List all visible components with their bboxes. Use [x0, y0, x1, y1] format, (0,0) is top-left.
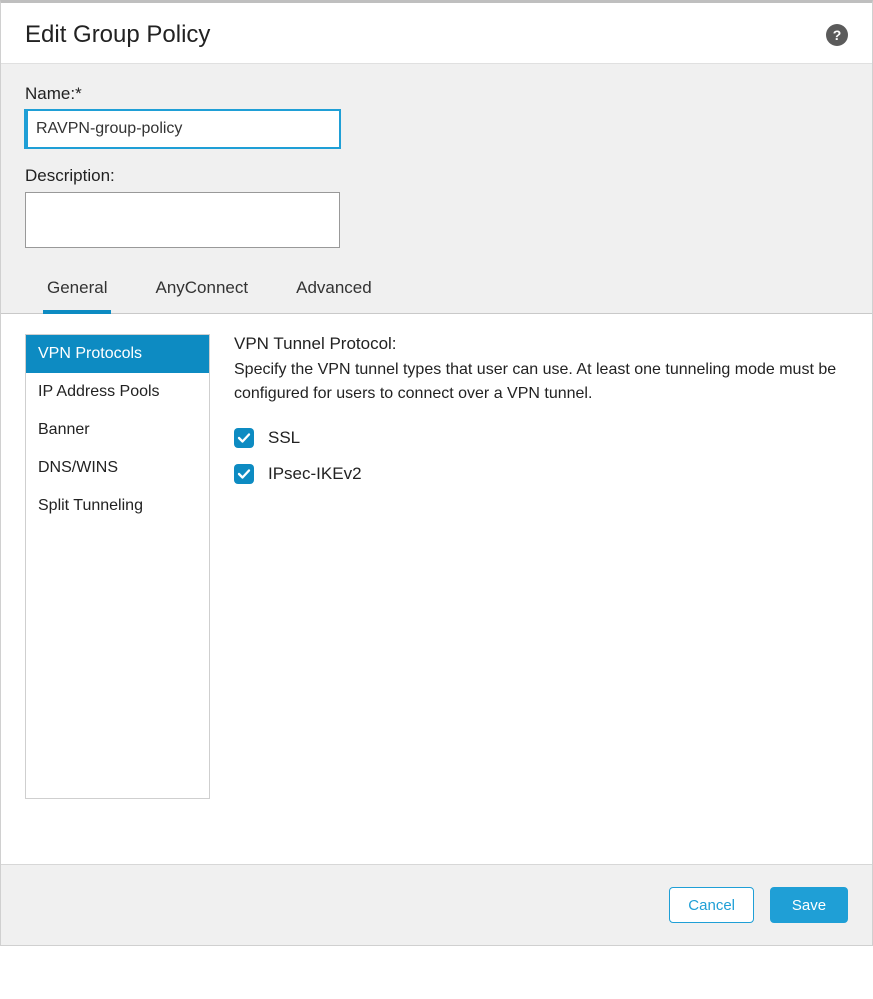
side-nav: VPN Protocols IP Address Pools Banner DN… [25, 334, 210, 799]
help-icon[interactable]: ? [826, 24, 848, 46]
panel-title: VPN Tunnel Protocol: [234, 334, 848, 354]
side-item-banner[interactable]: Banner [26, 411, 209, 449]
tabs-row: General AnyConnect Advanced [25, 270, 848, 313]
content-panel: VPN Tunnel Protocol: Specify the VPN tun… [210, 334, 848, 844]
edit-group-policy-dialog: Edit Group Policy ? Name:* Description: … [0, 0, 873, 946]
checkbox-row-ipsec: IPsec-IKEv2 [234, 464, 848, 484]
cancel-button[interactable]: Cancel [669, 887, 754, 923]
save-button[interactable]: Save [770, 887, 848, 923]
tab-advanced[interactable]: Advanced [292, 270, 376, 313]
form-top-section: Name:* Description: General AnyConnect A… [1, 64, 872, 314]
name-field-row: Name:* [25, 84, 848, 148]
name-input[interactable] [25, 110, 340, 148]
checkbox-ssl[interactable] [234, 428, 254, 448]
dialog-footer: Cancel Save [1, 864, 872, 945]
tab-anyconnect[interactable]: AnyConnect [151, 270, 252, 313]
side-item-dns-wins[interactable]: DNS/WINS [26, 449, 209, 487]
description-field-row: Description: [25, 166, 848, 252]
check-icon [237, 467, 251, 481]
checkbox-label-ipsec: IPsec-IKEv2 [268, 464, 362, 484]
checkbox-row-ssl: SSL [234, 428, 848, 448]
tab-general[interactable]: General [43, 270, 111, 314]
side-item-vpn-protocols[interactable]: VPN Protocols [26, 335, 209, 373]
panel-description: Specify the VPN tunnel types that user c… [234, 358, 848, 406]
name-label: Name:* [25, 84, 848, 104]
description-input[interactable] [25, 192, 340, 248]
dialog-title: Edit Group Policy [25, 21, 210, 49]
dialog-header: Edit Group Policy ? [1, 3, 872, 64]
checkbox-label-ssl: SSL [268, 428, 300, 448]
side-item-split-tunneling[interactable]: Split Tunneling [26, 487, 209, 525]
checkbox-ipsec-ikev2[interactable] [234, 464, 254, 484]
description-label: Description: [25, 166, 848, 186]
side-item-ip-address-pools[interactable]: IP Address Pools [26, 373, 209, 411]
check-icon [237, 431, 251, 445]
dialog-body: VPN Protocols IP Address Pools Banner DN… [1, 314, 872, 864]
